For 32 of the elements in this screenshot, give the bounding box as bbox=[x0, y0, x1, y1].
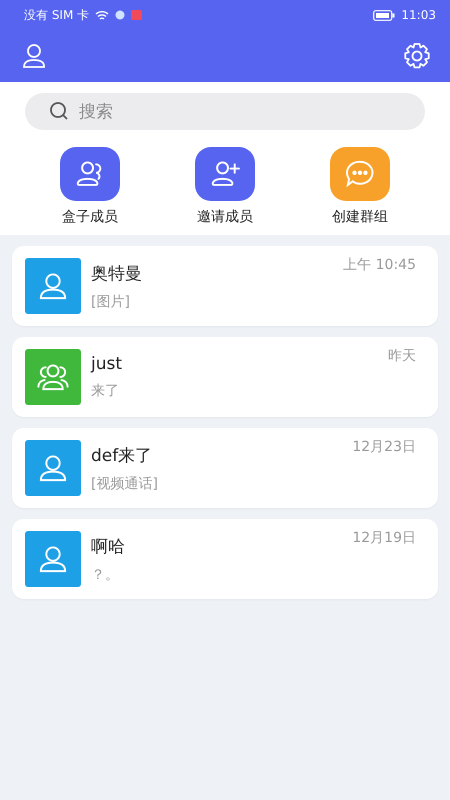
battery-icon bbox=[373, 10, 396, 20]
profile-button[interactable] bbox=[20, 42, 48, 70]
action-button[interactable] bbox=[195, 147, 255, 201]
settings-button[interactable] bbox=[402, 41, 432, 71]
carrier-text: 没有 SIM 卡 bbox=[24, 6, 90, 24]
message-preview: ？。 bbox=[91, 566, 120, 584]
message-icon bbox=[131, 10, 142, 20]
action-label: 盒子成员 bbox=[62, 208, 118, 226]
chat-item[interactable]: just 来了 昨天 bbox=[12, 337, 438, 417]
chat-name: def来了 bbox=[91, 444, 154, 466]
chat-time: 12月19日 bbox=[352, 529, 416, 547]
chat-time: 上午 10:45 bbox=[343, 256, 416, 274]
notification-icon bbox=[115, 10, 126, 20]
message-preview: 来了 bbox=[91, 382, 120, 400]
chat-item[interactable]: def来了 [视频通话] 12月23日 bbox=[12, 428, 438, 508]
search-field[interactable]: 搜索 bbox=[25, 93, 425, 130]
profile-icon bbox=[20, 42, 48, 70]
chat-time: 12月23日 bbox=[352, 438, 416, 456]
chat-item[interactable]: 啊哈 ？。 12月19日 bbox=[12, 519, 438, 599]
wifi-icon bbox=[95, 10, 110, 20]
chat-item[interactable]: 奥特曼 [图片] 上午 10:45 bbox=[12, 246, 438, 326]
chat-name: 奥特曼 bbox=[91, 262, 143, 284]
action-button[interactable] bbox=[60, 147, 120, 201]
action-label: 邀请成员 bbox=[197, 208, 253, 226]
message-preview: [视频通话] bbox=[91, 474, 159, 492]
message-preview: [图片] bbox=[91, 292, 131, 310]
clock-text: 11:03 bbox=[401, 8, 436, 22]
chat-name: 啊哈 bbox=[91, 536, 126, 558]
chat-name: just bbox=[91, 354, 124, 374]
action-label: 创建群组 bbox=[332, 208, 388, 226]
chat-time: 昨天 bbox=[388, 347, 416, 365]
settings-icon bbox=[402, 41, 432, 71]
